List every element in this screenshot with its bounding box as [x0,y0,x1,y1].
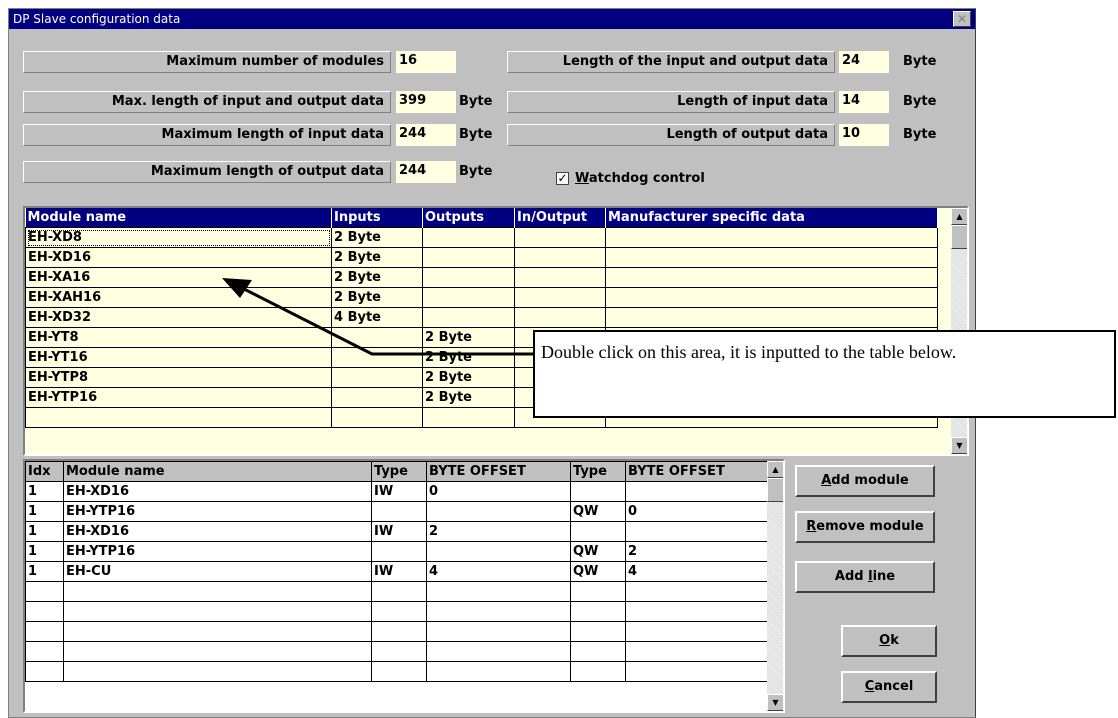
arrow-head-icon [222,278,252,298]
callout-text: Double click on this area, it is inputte… [541,342,957,362]
annotation-callout: Double click on this area, it is inputte… [533,330,1116,418]
